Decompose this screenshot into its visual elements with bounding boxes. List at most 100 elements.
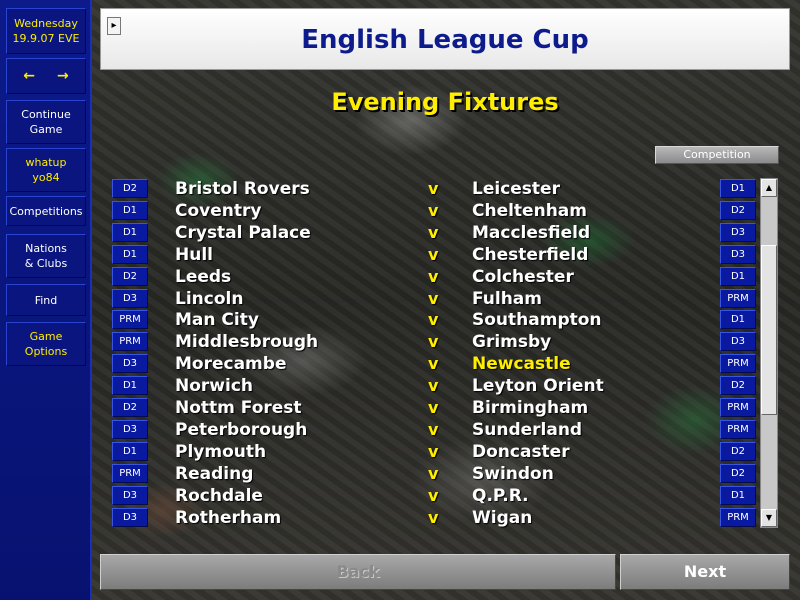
away-team-name[interactable]: Fulham: [472, 288, 542, 310]
versus-label: v: [428, 222, 439, 242]
home-division-badge: D1: [112, 200, 148, 220]
home-team-name[interactable]: Man City: [175, 309, 259, 331]
away-division-badge: D3: [720, 332, 756, 352]
fixtures-scrollbar[interactable]: ▲ ▼: [760, 178, 778, 528]
next-button[interactable]: Next: [620, 554, 790, 590]
away-team-name[interactable]: Chesterfield: [472, 244, 588, 266]
away-team-name[interactable]: Macclesfield: [472, 222, 590, 244]
away-division-badge: PRM: [720, 507, 756, 527]
away-team-name[interactable]: Q.P.R.: [472, 485, 529, 507]
date-value: 19.9.07 EVE: [12, 32, 80, 45]
fixture-row[interactable]: PRM Reading v Swindon D2: [0, 463, 800, 485]
home-division-badge: PRM: [112, 310, 148, 330]
continue-game-label: Continue Game: [21, 108, 71, 136]
versus-label: v: [428, 354, 439, 374]
fixture-row[interactable]: D1 Plymouth v Doncaster D2: [0, 441, 800, 463]
home-division-badge: D3: [112, 288, 148, 308]
home-team-name[interactable]: Nottm Forest: [175, 397, 302, 419]
away-division-badge: D3: [720, 222, 756, 242]
home-division-badge: D1: [112, 441, 148, 461]
scroll-thumb[interactable]: [761, 245, 777, 415]
away-team-name[interactable]: Colchester: [472, 266, 574, 288]
home-team-name[interactable]: Reading: [175, 463, 253, 485]
away-division-badge: D2: [720, 200, 756, 220]
home-team-name[interactable]: Hull: [175, 244, 213, 266]
page-title: English League Cup: [301, 25, 589, 55]
home-division-badge: PRM: [112, 332, 148, 352]
scroll-up-icon[interactable]: ▲: [761, 179, 777, 197]
away-division-badge: PRM: [720, 354, 756, 374]
home-team-name[interactable]: Peterborough: [175, 419, 307, 441]
home-division-badge: D1: [112, 376, 148, 396]
home-division-badge: D3: [112, 419, 148, 439]
fixture-row[interactable]: D3 Lincoln v Fulham PRM: [0, 288, 800, 310]
scroll-down-icon[interactable]: ▼: [761, 509, 777, 527]
continue-game-button[interactable]: Continue Game: [6, 100, 86, 144]
versus-label: v: [428, 376, 439, 396]
home-division-badge: D2: [112, 266, 148, 286]
away-team-name[interactable]: Sunderland: [472, 419, 582, 441]
fixture-row[interactable]: D3 Rochdale v Q.P.R. D1: [0, 485, 800, 507]
home-division-badge: D3: [112, 485, 148, 505]
home-team-name[interactable]: Norwich: [175, 375, 253, 397]
home-division-badge: D1: [112, 244, 148, 264]
fixture-row[interactable]: D3 Peterborough v Sunderland PRM: [0, 419, 800, 441]
home-team-name[interactable]: Lincoln: [175, 288, 243, 310]
fixture-row[interactable]: D1 Hull v Chesterfield D3: [0, 244, 800, 266]
forward-arrow-icon[interactable]: →: [57, 68, 69, 84]
home-team-name[interactable]: Coventry: [175, 200, 261, 222]
fixture-row[interactable]: D1 Coventry v Cheltenham D2: [0, 200, 800, 222]
history-nav: ← →: [6, 58, 86, 94]
fixture-row[interactable]: D2 Bristol Rovers v Leicester D1: [0, 178, 800, 200]
competition-button[interactable]: Competition: [655, 146, 779, 164]
away-team-name[interactable]: Cheltenham: [472, 200, 587, 222]
home-team-name[interactable]: Rochdale: [175, 485, 263, 507]
back-arrow-icon[interactable]: ←: [23, 68, 35, 84]
away-division-badge: PRM: [720, 288, 756, 308]
versus-label: v: [428, 266, 439, 286]
away-team-name[interactable]: Leyton Orient: [472, 375, 604, 397]
home-team-name[interactable]: Bristol Rovers: [175, 178, 310, 200]
fixture-row[interactable]: D2 Leeds v Colchester D1: [0, 266, 800, 288]
versus-label: v: [428, 179, 439, 198]
home-team-name[interactable]: Rotherham: [175, 507, 281, 529]
fixtures-subtitle: Evening Fixtures: [331, 88, 559, 116]
away-division-badge: D1: [720, 266, 756, 286]
versus-label: v: [428, 288, 439, 308]
away-team-name[interactable]: Wigan: [472, 507, 532, 529]
away-division-badge: PRM: [720, 398, 756, 417]
home-team-name[interactable]: Plymouth: [175, 441, 266, 463]
home-team-name[interactable]: Morecambe: [175, 353, 286, 375]
fixture-row[interactable]: D2 Nottm Forest v Birmingham PRM: [0, 397, 800, 419]
home-division-badge: D2: [112, 179, 148, 198]
away-team-name[interactable]: Newcastle: [472, 353, 571, 375]
away-division-badge: D3: [720, 244, 756, 264]
fixture-row[interactable]: D3 Rotherham v Wigan PRM: [0, 507, 800, 529]
away-team-name[interactable]: Swindon: [472, 463, 554, 485]
away-division-badge: D2: [720, 376, 756, 396]
home-team-name[interactable]: Leeds: [175, 266, 231, 288]
away-team-name[interactable]: Birmingham: [472, 397, 588, 419]
away-team-name[interactable]: Leicester: [472, 178, 560, 200]
versus-label: v: [428, 200, 439, 220]
home-team-name[interactable]: Middlesbrough: [175, 331, 318, 353]
away-division-badge: D1: [720, 310, 756, 330]
date-day: Wednesday: [14, 17, 78, 30]
fixture-row[interactable]: D1 Norwich v Leyton Orient D2: [0, 375, 800, 397]
fixture-row[interactable]: PRM Middlesbrough v Grimsby D3: [0, 331, 800, 353]
versus-label: v: [428, 441, 439, 461]
home-team-name[interactable]: Crystal Palace: [175, 222, 311, 244]
away-team-name[interactable]: Doncaster: [472, 441, 570, 463]
home-division-badge: D2: [112, 398, 148, 417]
header-bar: ▸ English League Cup: [100, 8, 790, 70]
away-team-name[interactable]: Grimsby: [472, 331, 551, 353]
versus-label: v: [428, 310, 439, 330]
versus-label: v: [428, 419, 439, 439]
fixture-row[interactable]: D1 Crystal Palace v Macclesfield D3: [0, 222, 800, 244]
back-button[interactable]: Back: [100, 554, 616, 590]
versus-label: v: [428, 463, 439, 483]
fixture-row[interactable]: D3 Morecambe v Newcastle PRM: [0, 353, 800, 375]
fixture-row[interactable]: PRM Man City v Southampton D1: [0, 309, 800, 331]
away-team-name[interactable]: Southampton: [472, 309, 602, 331]
away-division-badge: D1: [720, 179, 756, 198]
